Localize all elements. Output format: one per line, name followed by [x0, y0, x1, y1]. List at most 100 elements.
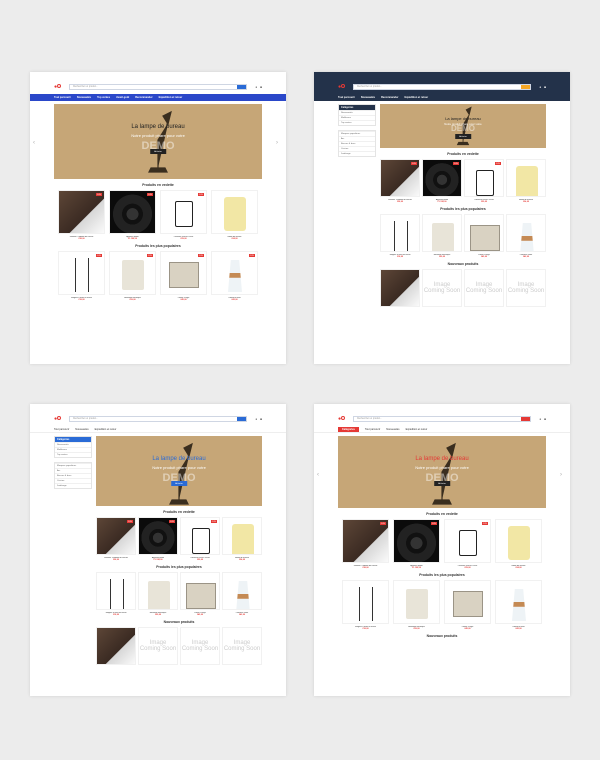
nav-item[interactable]: Expédition et retour [95, 428, 117, 431]
user-icon[interactable]: ● [255, 417, 257, 421]
product-card[interactable]: -10% Sneaker Tradition de course €38,00 [58, 190, 105, 240]
nav-item[interactable]: Top ventes [97, 96, 110, 99]
product-card[interactable]: -10% Sneaker Tradition de course €38,00 [342, 519, 389, 569]
site-logo[interactable]: ● [338, 416, 346, 422]
category-item[interactable]: Top ventes [55, 452, 91, 457]
categories-button[interactable]: Catégories [338, 426, 359, 432]
product-card[interactable]: Panier à linge €45,00 [180, 572, 220, 616]
site-logo[interactable]: ● [54, 84, 62, 90]
product-card[interactable] [380, 269, 420, 307]
nav-item[interactable]: Nouveautés [75, 428, 88, 431]
product-card[interactable]: Cafetière verre €42,00 [495, 580, 542, 630]
product-card[interactable]: Bidon de lessive €24,00 [211, 190, 258, 240]
product-card[interactable]: Bidon de lessive €24,00 [506, 159, 546, 203]
carousel-next-icon[interactable]: › [560, 472, 562, 478]
site-logo[interactable]: ● [338, 84, 346, 90]
carousel-prev-icon[interactable]: ‹ [317, 472, 319, 478]
product-card[interactable]: Étagère à fruits en métal €18,00 [96, 572, 136, 616]
product-card[interactable]: Panier à linge €45,00 [444, 580, 491, 630]
site-logo[interactable]: ● [54, 416, 62, 422]
sidebar: Catégories Nouveautés Meilleures Top ven… [54, 436, 92, 665]
product-card[interactable]: -10% Panier à linge €45,00 [160, 251, 207, 301]
product-card[interactable]: -10% Cafetière French Press €29,00 [160, 190, 207, 240]
product-card[interactable]: -10% Appareil photo €1.199,00 [109, 190, 156, 240]
cart-icon[interactable]: ■ [544, 85, 546, 89]
main-nav: Tout parcourir Nouveautés Recommander Ex… [314, 94, 570, 101]
brand-item[interactable]: Jardinage [55, 483, 91, 488]
nav-item[interactable]: Tout parcourir [54, 96, 71, 99]
nav-item[interactable]: Recommander [135, 96, 152, 99]
carousel-next-icon[interactable]: › [276, 140, 278, 146]
hero-banner[interactable]: La lampe de bureau Notre produit phare p… [96, 436, 262, 506]
product-card[interactable] [96, 627, 136, 665]
product-card[interactable]: Cafetière verre €42,00 [222, 572, 262, 616]
cart-icon[interactable]: ■ [260, 417, 262, 421]
discount-badge: -10% [168, 520, 175, 523]
product-card[interactable]: Image Coming Soon [464, 269, 504, 307]
banner-cta-button[interactable]: Acheter [171, 481, 187, 486]
product-card[interactable]: Bidon de lessive €24,00 [222, 517, 262, 561]
hero-banner[interactable]: La lampe de bureau Notre produit phare p… [380, 104, 546, 148]
product-card[interactable]: Image Coming Soon [138, 627, 178, 665]
nav-item[interactable]: Nouveautés [77, 96, 91, 99]
user-icon[interactable]: ● [539, 85, 541, 89]
product-card[interactable]: -10% Étagère à fruits en métal €18,00 [58, 251, 105, 301]
product-card[interactable]: -10% Sneaker Tradition de course €38,00 [96, 517, 136, 561]
nav-item[interactable]: Tout parcourir [338, 96, 355, 99]
search-button[interactable] [521, 416, 531, 421]
search-input[interactable]: Rechercher un produit... [353, 415, 532, 422]
hero-banner[interactable]: La lampe de bureau Notre produit phare p… [54, 104, 262, 179]
search-input[interactable]: Rechercher un produit... [69, 83, 248, 90]
nav-item[interactable]: Expédition et retour [159, 96, 183, 99]
nav-item[interactable]: Tout parcourir [365, 428, 380, 431]
product-card[interactable]: Image Coming Soon [506, 269, 546, 307]
product-card[interactable]: Bouilloire électrique €59,00 [138, 572, 178, 616]
product-card[interactable]: -10% Appareil photo €1.199,00 [422, 159, 462, 203]
nav-item[interactable]: Nouveautés [386, 428, 399, 431]
nav-item[interactable]: Nouveautés [361, 96, 375, 99]
product-card[interactable]: -10% Cafetière verre €42,00 [211, 251, 258, 301]
product-card[interactable]: -10% Bouilloire électrique €59,00 [109, 251, 156, 301]
user-icon[interactable]: ● [255, 85, 257, 89]
product-card[interactable]: -10% Cafetière French Press €29,00 [464, 159, 504, 203]
cart-icon[interactable]: ■ [544, 417, 546, 421]
banner-title: La lampe de bureau [152, 456, 206, 462]
carousel-prev-icon[interactable]: ‹ [33, 140, 35, 146]
product-card[interactable]: Cafetière verre €42,00 [506, 214, 546, 258]
product-card[interactable]: -10% Appareil photo €1.199,00 [393, 519, 440, 569]
search-button[interactable] [521, 84, 531, 89]
product-card[interactable]: Bidon de lessive €24,00 [495, 519, 542, 569]
nav-item[interactable]: Recommander [381, 96, 398, 99]
brand-box: Marques populaires Arc Basses & bass Cui… [54, 462, 92, 489]
top-bar [30, 404, 286, 411]
cart-icon[interactable]: ■ [260, 85, 262, 89]
banner-cta-button[interactable]: Acheter [455, 134, 471, 139]
product-card[interactable]: Image Coming Soon [222, 627, 262, 665]
product-card[interactable]: -10% Appareil photo €1.199,00 [138, 517, 178, 561]
product-card[interactable]: Bouilloire électrique €59,00 [393, 580, 440, 630]
product-card[interactable]: Étagère à fruits en métal €18,00 [380, 214, 420, 258]
search-button[interactable] [237, 84, 247, 89]
hero-banner[interactable]: La lampe de bureau Notre produit phare p… [338, 436, 546, 508]
nav-item[interactable]: Expédition et retour [404, 96, 428, 99]
product-card[interactable]: -10% Cafetière French Press €29,00 [444, 519, 491, 569]
brand-item[interactable]: Jardinage [339, 151, 375, 156]
product-card[interactable]: Panier à linge €45,00 [464, 214, 504, 258]
search-input[interactable]: Rechercher un produit... [353, 83, 532, 90]
banner-cta-button[interactable]: Acheter [434, 481, 450, 486]
user-icon[interactable]: ● [539, 417, 541, 421]
nav-item[interactable]: Tout parcourir [54, 428, 69, 431]
product-card[interactable]: -10% Sneaker Tradition de course €38,00 [380, 159, 420, 203]
product-price: €59,00 [413, 628, 420, 630]
nav-item[interactable]: Expédition et retour [406, 428, 428, 431]
product-card[interactable]: Bouilloire électrique €59,00 [422, 214, 462, 258]
search-input[interactable]: Rechercher un produit... [69, 415, 248, 422]
product-card[interactable]: Image Coming Soon [180, 627, 220, 665]
category-item[interactable]: Top ventes [339, 120, 375, 125]
product-card[interactable]: Étagère à fruits en métal €18,00 [342, 580, 389, 630]
search-button[interactable] [237, 416, 247, 421]
product-card[interactable]: -10% Cafetière French Press €29,00 [180, 517, 220, 561]
nav-item[interactable]: Avant-goût [116, 96, 129, 99]
banner-cta-button[interactable]: Acheter [150, 149, 166, 154]
product-card[interactable]: Image Coming Soon [422, 269, 462, 307]
